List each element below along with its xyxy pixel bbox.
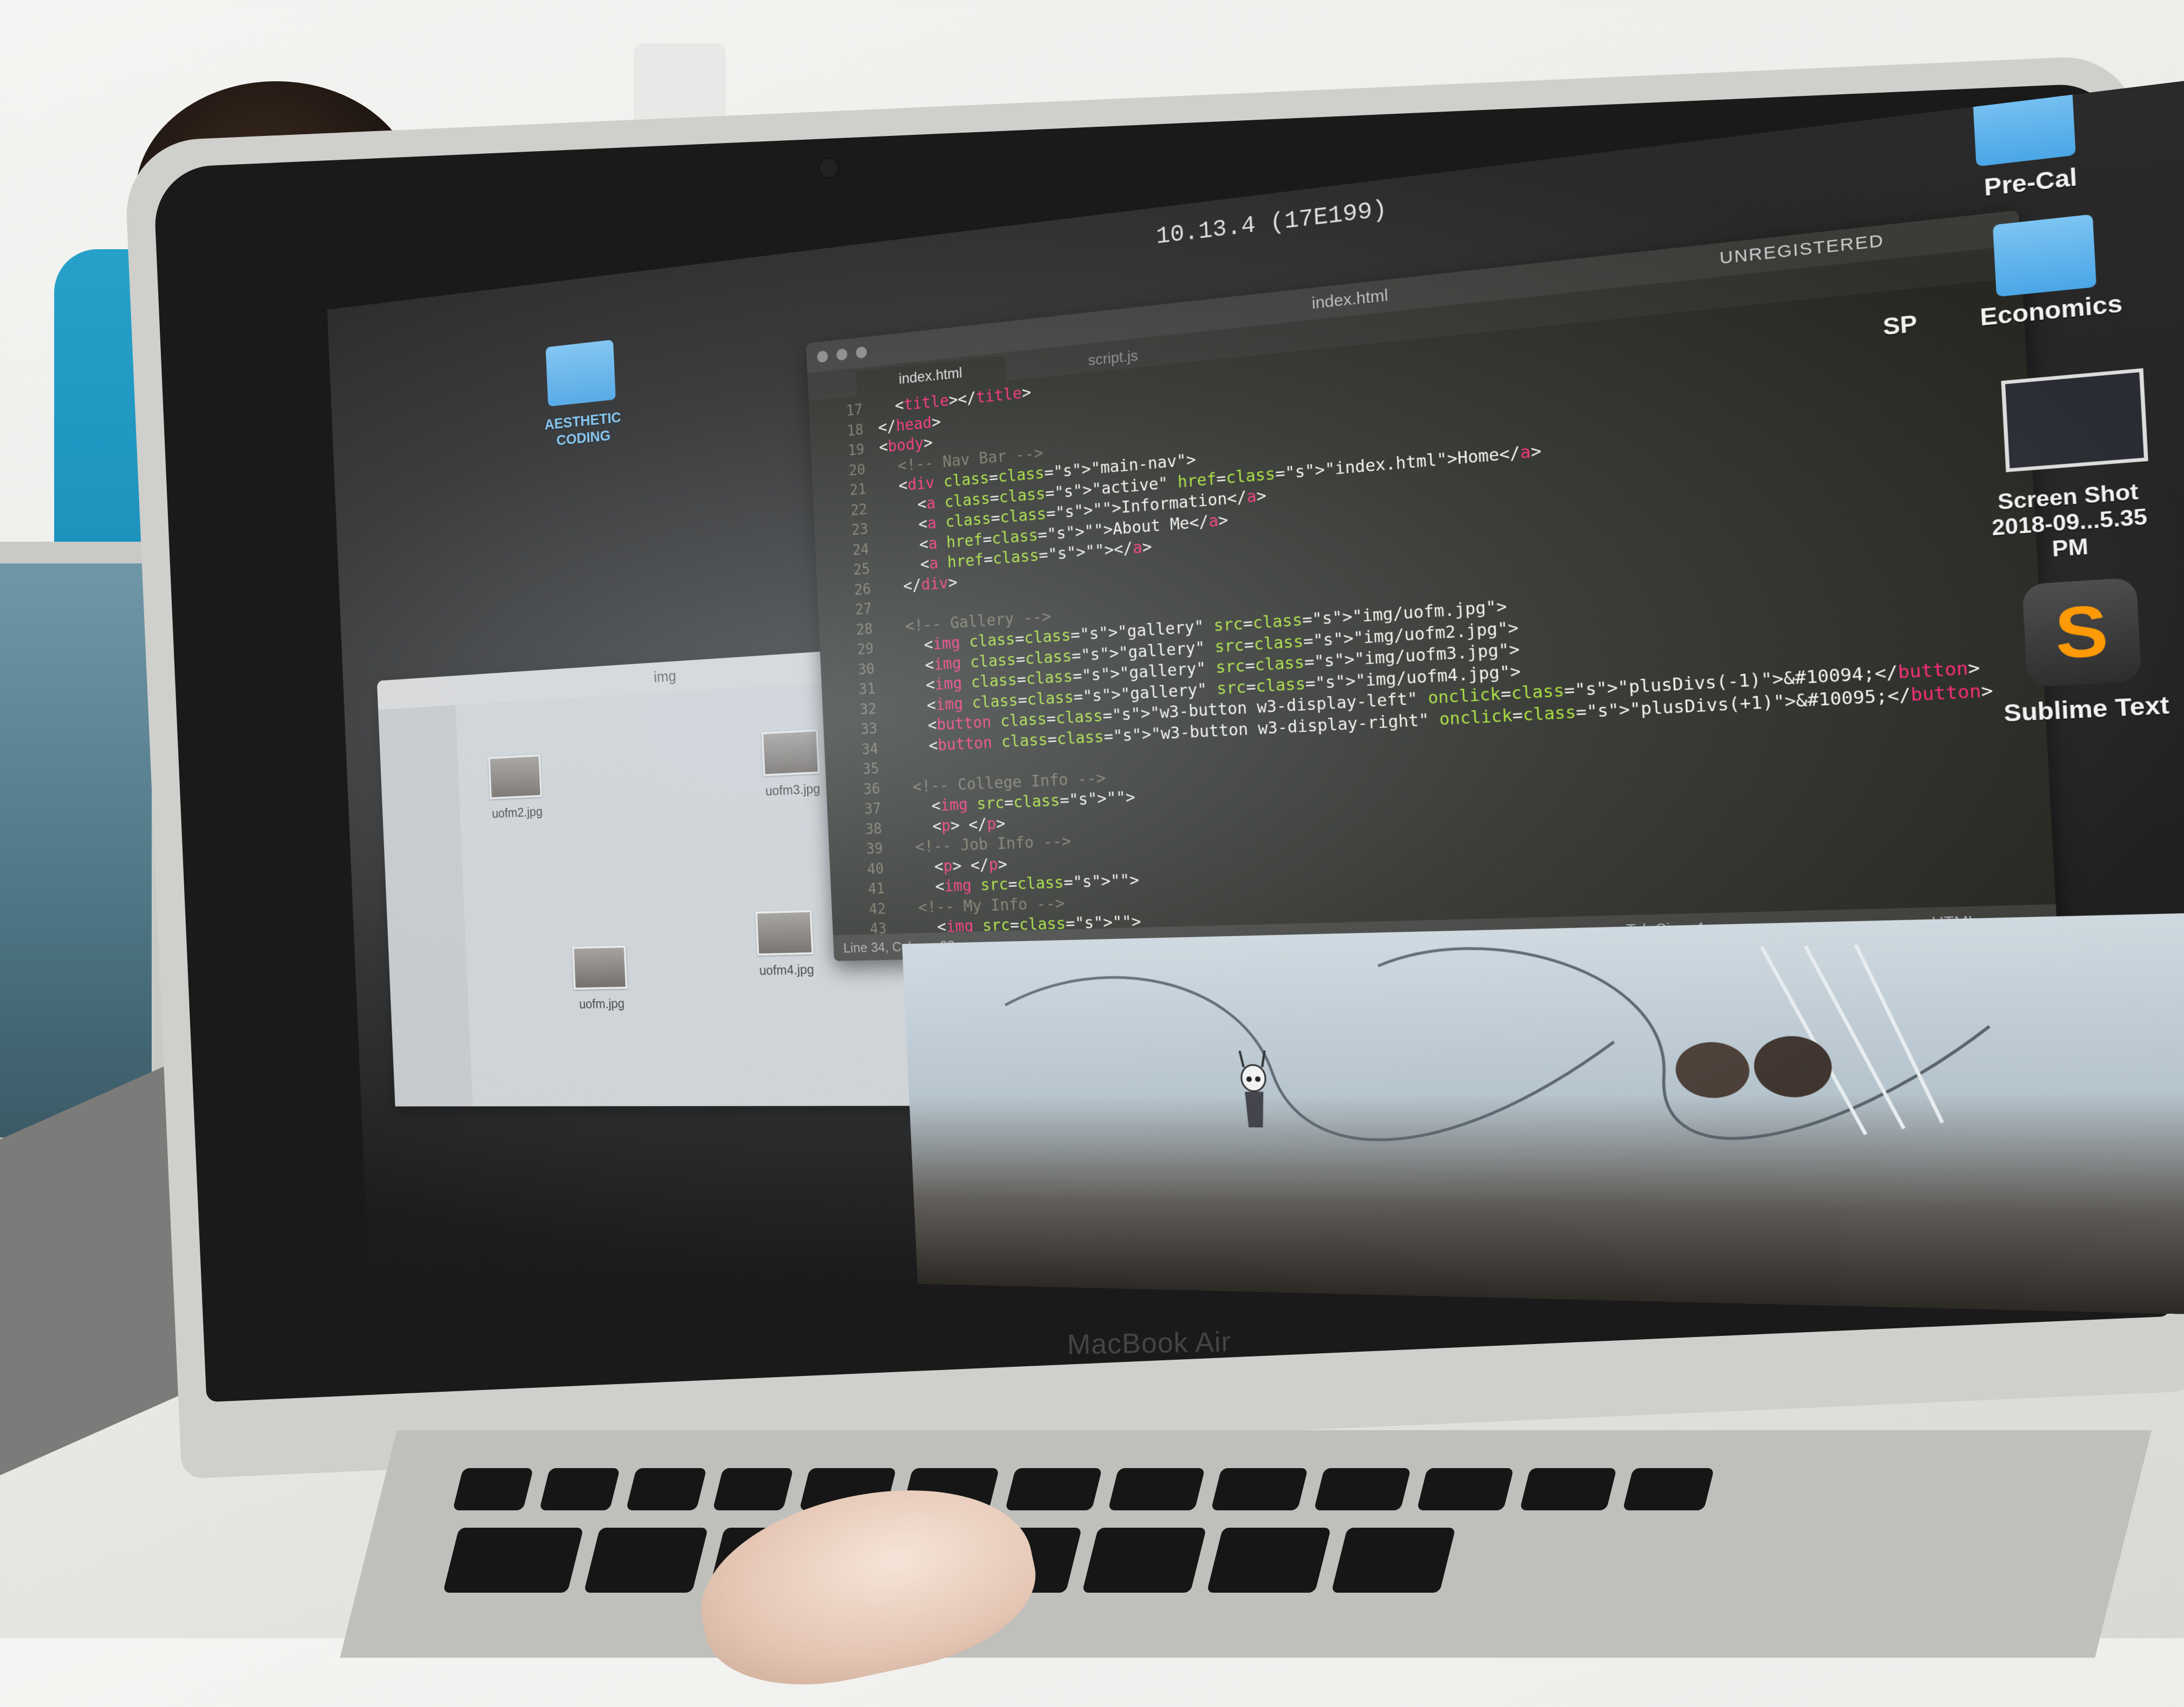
image-thumbnail[interactable] <box>572 945 628 990</box>
line-number: 18 <box>846 420 864 439</box>
folder-icon[interactable] <box>1992 214 2097 297</box>
line-number: 34 <box>861 739 879 758</box>
line-number: 25 <box>853 560 870 579</box>
folder-icon[interactable] <box>545 339 616 407</box>
file-name[interactable]: uofm.jpg <box>556 995 648 1012</box>
sublime-text-icon[interactable]: S <box>2021 577 2142 687</box>
key-row2[interactable] <box>1331 1528 1456 1593</box>
line-number: 23 <box>851 520 869 539</box>
file-name[interactable]: uofm2.jpg <box>473 803 562 822</box>
knight-character-icon <box>1233 1050 1275 1128</box>
os-version: 10.13.4 (17E199) <box>1155 196 1388 251</box>
line-number: 20 <box>848 460 866 479</box>
key-f3[interactable] <box>626 1468 707 1510</box>
minimize-button[interactable] <box>836 348 848 361</box>
laptop-brand: MacBook Air <box>1067 1326 1232 1361</box>
line-number: 17 <box>846 400 863 420</box>
editor-window-title: index.html <box>1311 286 1389 313</box>
key-f10[interactable] <box>1314 1468 1411 1510</box>
line-number: 29 <box>856 640 874 658</box>
sublime-editor-window[interactable]: index.html UNREGISTERED index.html scrip… <box>805 210 2058 962</box>
line-number: 31 <box>858 679 876 698</box>
line-number: 19 <box>847 440 865 459</box>
line-number: 27 <box>855 600 873 619</box>
screenshot-file-icon[interactable] <box>2001 368 2148 472</box>
folder-label-aesthetic[interactable]: AESTHETIC CODING <box>524 407 643 452</box>
keyboard <box>340 1430 2152 1658</box>
key-f2[interactable] <box>539 1468 620 1510</box>
image-thumbnail[interactable] <box>761 729 820 776</box>
line-number: 35 <box>862 760 880 778</box>
maximize-button[interactable] <box>855 346 867 359</box>
line-number: 38 <box>864 820 882 838</box>
key-row2[interactable] <box>1206 1528 1331 1593</box>
line-number: 41 <box>867 880 885 898</box>
line-number: 39 <box>866 840 883 858</box>
file-name[interactable]: uofm4.jpg <box>739 961 835 979</box>
key-f1[interactable] <box>452 1468 534 1510</box>
key-f12[interactable] <box>1519 1468 1617 1510</box>
wallpaper-lines <box>902 912 2184 1316</box>
folder-label-precal[interactable]: Pre-Cal <box>1944 160 2118 206</box>
line-number: 22 <box>850 500 868 519</box>
code-area[interactable]: <title></title> </head> <body> <!-- Nav Ba… <box>877 283 2055 961</box>
folder-label-sp[interactable]: SP <box>1874 310 1927 341</box>
line-number: 32 <box>859 699 877 718</box>
key-f11[interactable] <box>1416 1468 1514 1510</box>
image-thumbnail[interactable] <box>755 910 814 956</box>
camera-icon <box>818 157 840 179</box>
line-number: 24 <box>852 540 869 559</box>
line-number: 26 <box>854 580 872 599</box>
power-button[interactable] <box>1622 1468 1714 1510</box>
line-number: 21 <box>849 480 867 499</box>
finder-sidebar[interactable] <box>378 705 473 1107</box>
sublime-logo-icon: S <box>2053 590 2110 674</box>
line-number: 37 <box>864 800 882 818</box>
tab-script-js[interactable]: script.js <box>1088 343 1139 372</box>
line-number: 40 <box>867 860 885 878</box>
screenshot-label[interactable]: Screen Shot 2018-09...5.35 PM <box>1980 478 2159 567</box>
line-number: 33 <box>860 719 878 738</box>
key-f7[interactable] <box>1005 1468 1102 1510</box>
left-laptop-screen <box>0 563 152 1138</box>
close-button[interactable] <box>817 350 828 363</box>
key-row2[interactable] <box>443 1528 584 1593</box>
line-number: 30 <box>857 659 875 678</box>
wallpaper-artwork <box>902 911 2184 1316</box>
line-number: 28 <box>855 620 873 638</box>
key-row2[interactable] <box>1082 1528 1207 1593</box>
key-f8[interactable] <box>1108 1468 1205 1510</box>
key-f4[interactable] <box>712 1468 794 1510</box>
line-number: 42 <box>868 900 886 918</box>
line-number: 36 <box>863 780 881 798</box>
key-row2[interactable] <box>583 1528 708 1593</box>
key-f9[interactable] <box>1211 1468 1308 1510</box>
image-thumbnail[interactable] <box>488 754 542 800</box>
plant-pods-icon <box>1674 1035 1834 1098</box>
